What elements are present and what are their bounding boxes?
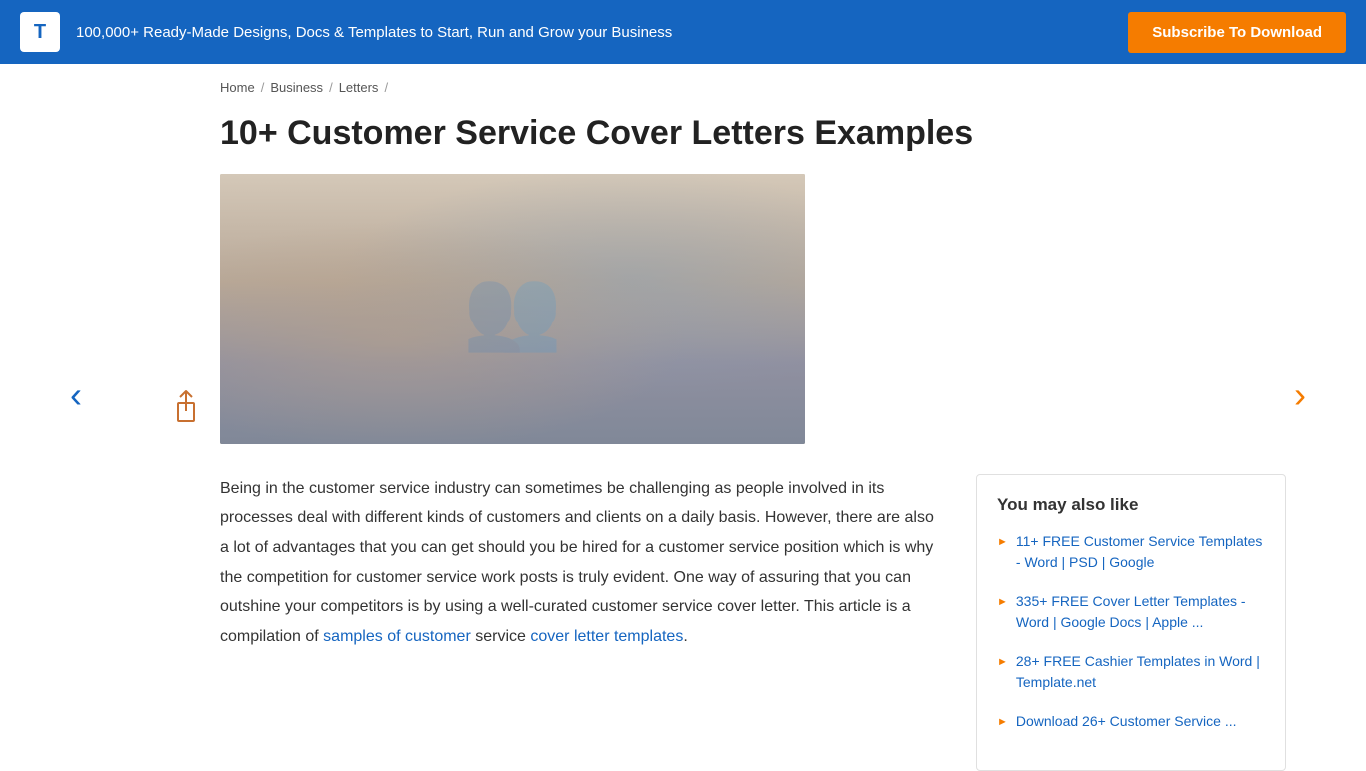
two-column-section: Being in the customer service industry c… <box>220 474 1286 771</box>
sidebar-link-1[interactable]: 11+ FREE Customer Service Templates - Wo… <box>1016 531 1265 573</box>
sidebar-link-4[interactable]: Download 26+ Customer Service ... <box>1016 711 1237 732</box>
sidebar-item-2: ► 335+ FREE Cover Letter Templates - Wor… <box>997 591 1265 633</box>
next-arrow[interactable]: › <box>1294 374 1306 416</box>
sidebar-box: You may also like ► 11+ FREE Customer Se… <box>976 474 1286 771</box>
page-title: 10+ Customer Service Cover Letters Examp… <box>220 113 1306 154</box>
logo: T <box>20 12 60 52</box>
sidebar-item-3: ► 28+ FREE Cashier Templates in Word | T… <box>997 651 1265 693</box>
breadcrumb-sep-3: / <box>384 80 388 95</box>
main-layout: ‹ <box>60 174 1306 474</box>
banner-left: T 100,000+ Ready-Made Designs, Docs & Te… <box>20 12 672 52</box>
sidebar-arrow-4: ► <box>997 714 1008 731</box>
intro-period: . <box>683 628 687 645</box>
cover-letter-link[interactable]: cover letter templates <box>530 628 683 645</box>
hero-image-container <box>220 174 805 444</box>
sidebar-title: You may also like <box>997 495 1265 515</box>
hero-image <box>220 174 805 444</box>
sidebar-arrow-2: ► <box>997 594 1008 611</box>
breadcrumb-sep-2: / <box>329 80 333 95</box>
sidebar-arrow-1: ► <box>997 534 1008 551</box>
breadcrumb-letters[interactable]: Letters <box>339 80 379 95</box>
share-icon <box>170 389 202 425</box>
sidebar: You may also like ► 11+ FREE Customer Se… <box>976 474 1286 771</box>
top-banner: T 100,000+ Ready-Made Designs, Docs & Te… <box>0 0 1366 64</box>
share-button[interactable] <box>170 389 202 425</box>
breadcrumb: Home / Business / Letters / <box>220 64 1306 105</box>
breadcrumb-home[interactable]: Home <box>220 80 255 95</box>
intro-text-1: Being in the customer service industry c… <box>220 480 934 645</box>
intro-paragraph: Being in the customer service industry c… <box>220 474 946 652</box>
breadcrumb-sep-1: / <box>261 80 265 95</box>
breadcrumb-business[interactable]: Business <box>270 80 323 95</box>
sidebar-item-1: ► 11+ FREE Customer Service Templates - … <box>997 531 1265 573</box>
content-area: Home / Business / Letters / 10+ Customer… <box>0 64 1366 771</box>
sidebar-item-4: ► Download 26+ Customer Service ... <box>997 711 1265 732</box>
sidebar-link-2[interactable]: 335+ FREE Cover Letter Templates - Word … <box>1016 591 1265 633</box>
samples-link[interactable]: samples of customer <box>323 628 471 645</box>
subscribe-button[interactable]: Subscribe To Download <box>1128 12 1346 53</box>
prev-arrow[interactable]: ‹ <box>70 374 82 416</box>
hero-svg <box>220 174 805 444</box>
banner-text: 100,000+ Ready-Made Designs, Docs & Temp… <box>76 24 672 41</box>
sidebar-link-3[interactable]: 28+ FREE Cashier Templates in Word | Tem… <box>1016 651 1265 693</box>
sidebar-arrow-3: ► <box>997 654 1008 671</box>
main-text-block: Being in the customer service industry c… <box>220 474 946 771</box>
intro-text-service: service <box>475 628 526 645</box>
